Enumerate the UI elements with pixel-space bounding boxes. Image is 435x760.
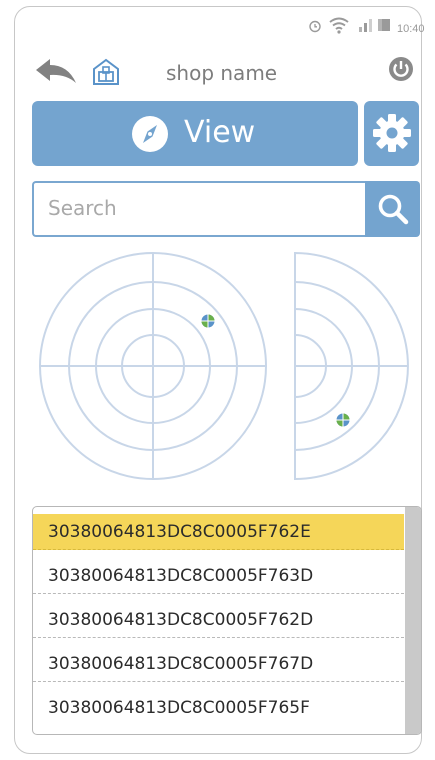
battery-icon (378, 19, 390, 31)
radar-panel (39, 251, 409, 481)
radar-full (39, 252, 267, 480)
home-icon[interactable] (92, 58, 120, 86)
status-time: 10:40 (397, 23, 425, 35)
radar-half-marker (336, 413, 350, 427)
view-button[interactable]: View (32, 101, 358, 166)
list-item[interactable]: 30380064813DC8C0005F765F (33, 690, 404, 726)
tag-list[interactable]: 30380064813DC8C0005F762E 30380064813DC8C… (32, 506, 422, 735)
list-item[interactable]: 30380064813DC8C0005F762D (33, 602, 404, 638)
wifi-icon (329, 17, 349, 34)
back-icon[interactable] (34, 56, 78, 86)
settings-button[interactable] (364, 101, 419, 166)
radar-full-marker (201, 314, 215, 328)
list-item[interactable]: 30380064813DC8C0005F762E (33, 514, 404, 550)
alarm-icon (309, 20, 321, 33)
shop-name: shop name (166, 61, 278, 85)
search-box (32, 181, 365, 237)
status-bar: 10:40 (14, 6, 425, 46)
compass-icon (132, 116, 168, 152)
view-label: View (184, 115, 256, 150)
power-icon[interactable] (388, 56, 414, 82)
gear-icon (373, 114, 411, 152)
search-input[interactable] (48, 196, 348, 220)
scrollbar[interactable] (405, 507, 421, 734)
search-icon (378, 194, 409, 225)
list-item[interactable]: 30380064813DC8C0005F767D (33, 646, 404, 682)
search-button[interactable] (365, 181, 420, 237)
radar-half (294, 251, 409, 481)
list-item[interactable]: 30380064813DC8C0005F763D (33, 558, 404, 594)
